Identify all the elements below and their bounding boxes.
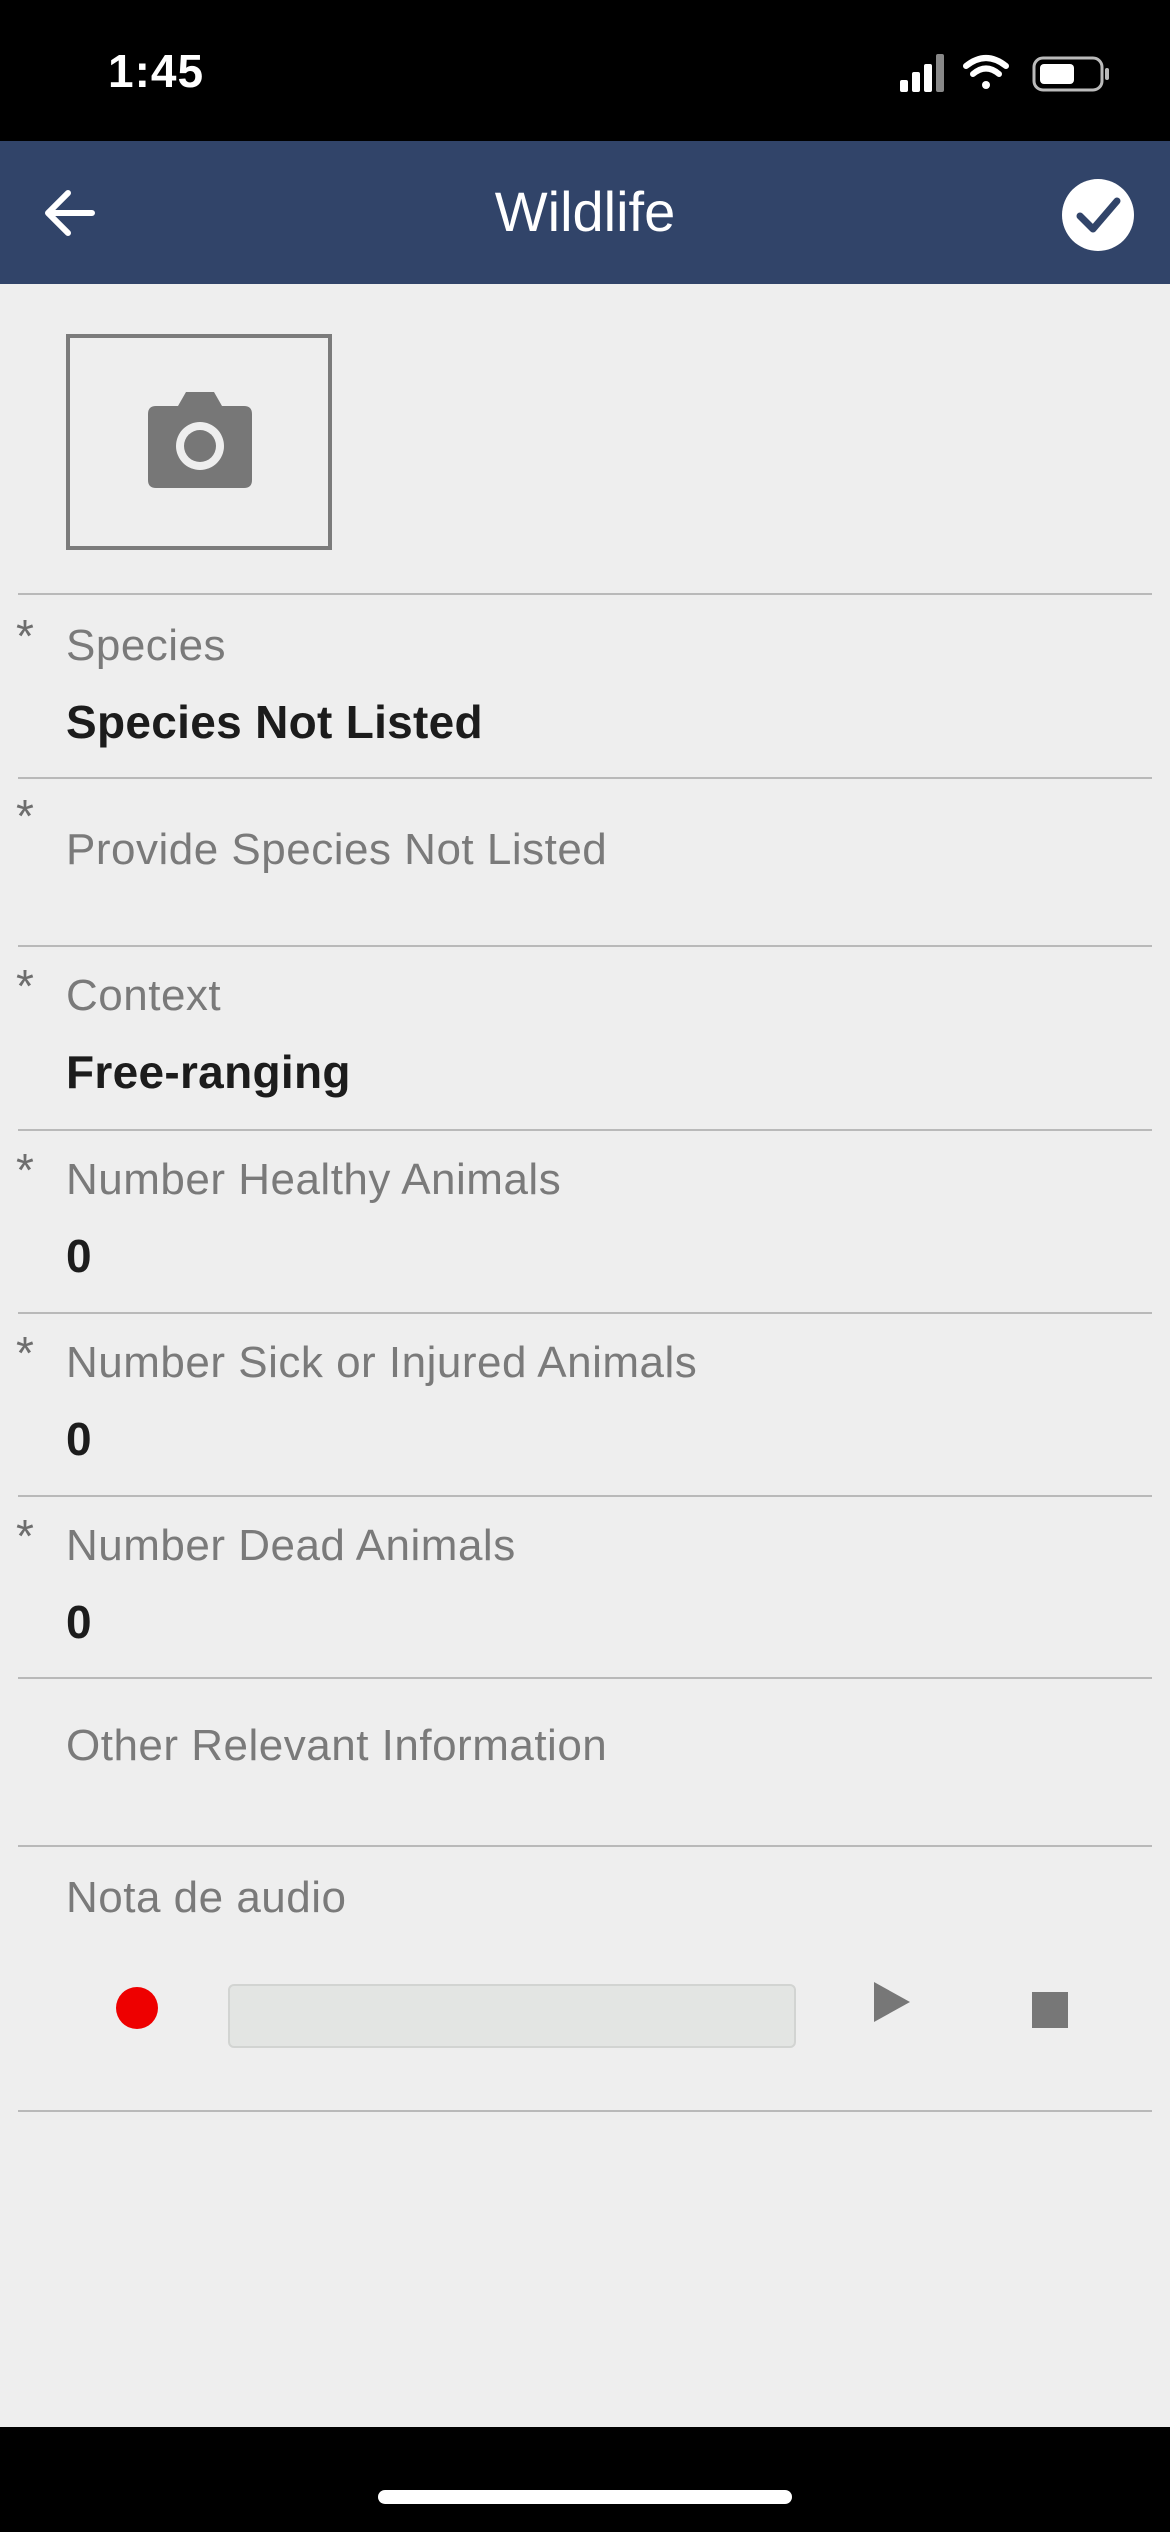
status-time: 1:45 — [108, 45, 205, 97]
context-label: Context — [66, 971, 222, 1020]
confirm-button[interactable] — [1062, 179, 1134, 251]
dead-animals-field[interactable]: * Number Dead Animals 0 — [0, 1497, 1170, 1679]
page-title: Wildlife — [494, 180, 676, 243]
species-field[interactable]: * Species Species Not Listed — [0, 595, 1170, 777]
divider — [18, 2110, 1152, 2112]
provide-species-field[interactable]: * Provide Species Not Listed — [0, 779, 1170, 945]
dead-animals-value: 0 — [66, 1596, 92, 1648]
sick-injured-animals-field[interactable]: * Number Sick or Injured Animals 0 — [0, 1314, 1170, 1496]
battery-icon — [1032, 56, 1109, 92]
required-marker: * — [16, 1327, 34, 1379]
signal-icon — [900, 54, 944, 92]
play-icon[interactable] — [872, 1980, 912, 2024]
provide-species-label: Provide Species Not Listed — [66, 825, 608, 874]
stop-icon[interactable] — [1032, 1992, 1068, 2028]
status-icons — [900, 52, 1114, 96]
check-circle-icon — [1062, 179, 1134, 251]
healthy-animals-field[interactable]: * Number Healthy Animals 0 — [0, 1131, 1170, 1313]
required-marker: * — [16, 1510, 34, 1562]
species-value: Species Not Listed — [66, 696, 483, 748]
required-marker: * — [16, 1144, 34, 1196]
species-label: Species — [66, 621, 227, 670]
audio-note-label: Nota de audio — [66, 1873, 347, 1922]
photo-picker[interactable] — [66, 334, 332, 550]
required-marker: * — [16, 790, 34, 842]
camera-icon — [148, 392, 252, 488]
status-bar: 1:45 — [0, 0, 1170, 141]
form-content: * Species Species Not Listed * Provide S… — [0, 284, 1170, 2427]
audio-note-section: Nota de audio — [0, 1847, 1170, 1922]
sick-injured-animals-label: Number Sick or Injured Animals — [66, 1338, 698, 1387]
sick-injured-animals-value: 0 — [66, 1413, 92, 1465]
required-marker: * — [16, 610, 34, 662]
required-marker: * — [16, 960, 34, 1012]
dead-animals-label: Number Dead Animals — [66, 1521, 516, 1570]
app-header: Wildlife — [0, 141, 1170, 284]
healthy-animals-label: Number Healthy Animals — [66, 1155, 562, 1204]
home-indicator[interactable] — [378, 2490, 792, 2504]
healthy-animals-value: 0 — [66, 1230, 92, 1282]
other-info-field[interactable]: Other Relevant Information — [0, 1679, 1170, 1845]
context-field[interactable]: * Context Free-ranging — [0, 947, 1170, 1129]
other-info-label: Other Relevant Information — [66, 1721, 608, 1770]
home-bar-area — [0, 2427, 1170, 2532]
audio-progress-bar — [228, 1984, 796, 2048]
record-button[interactable] — [116, 1987, 158, 2029]
context-value: Free-ranging — [66, 1046, 351, 1098]
wifi-icon — [963, 55, 1009, 89]
